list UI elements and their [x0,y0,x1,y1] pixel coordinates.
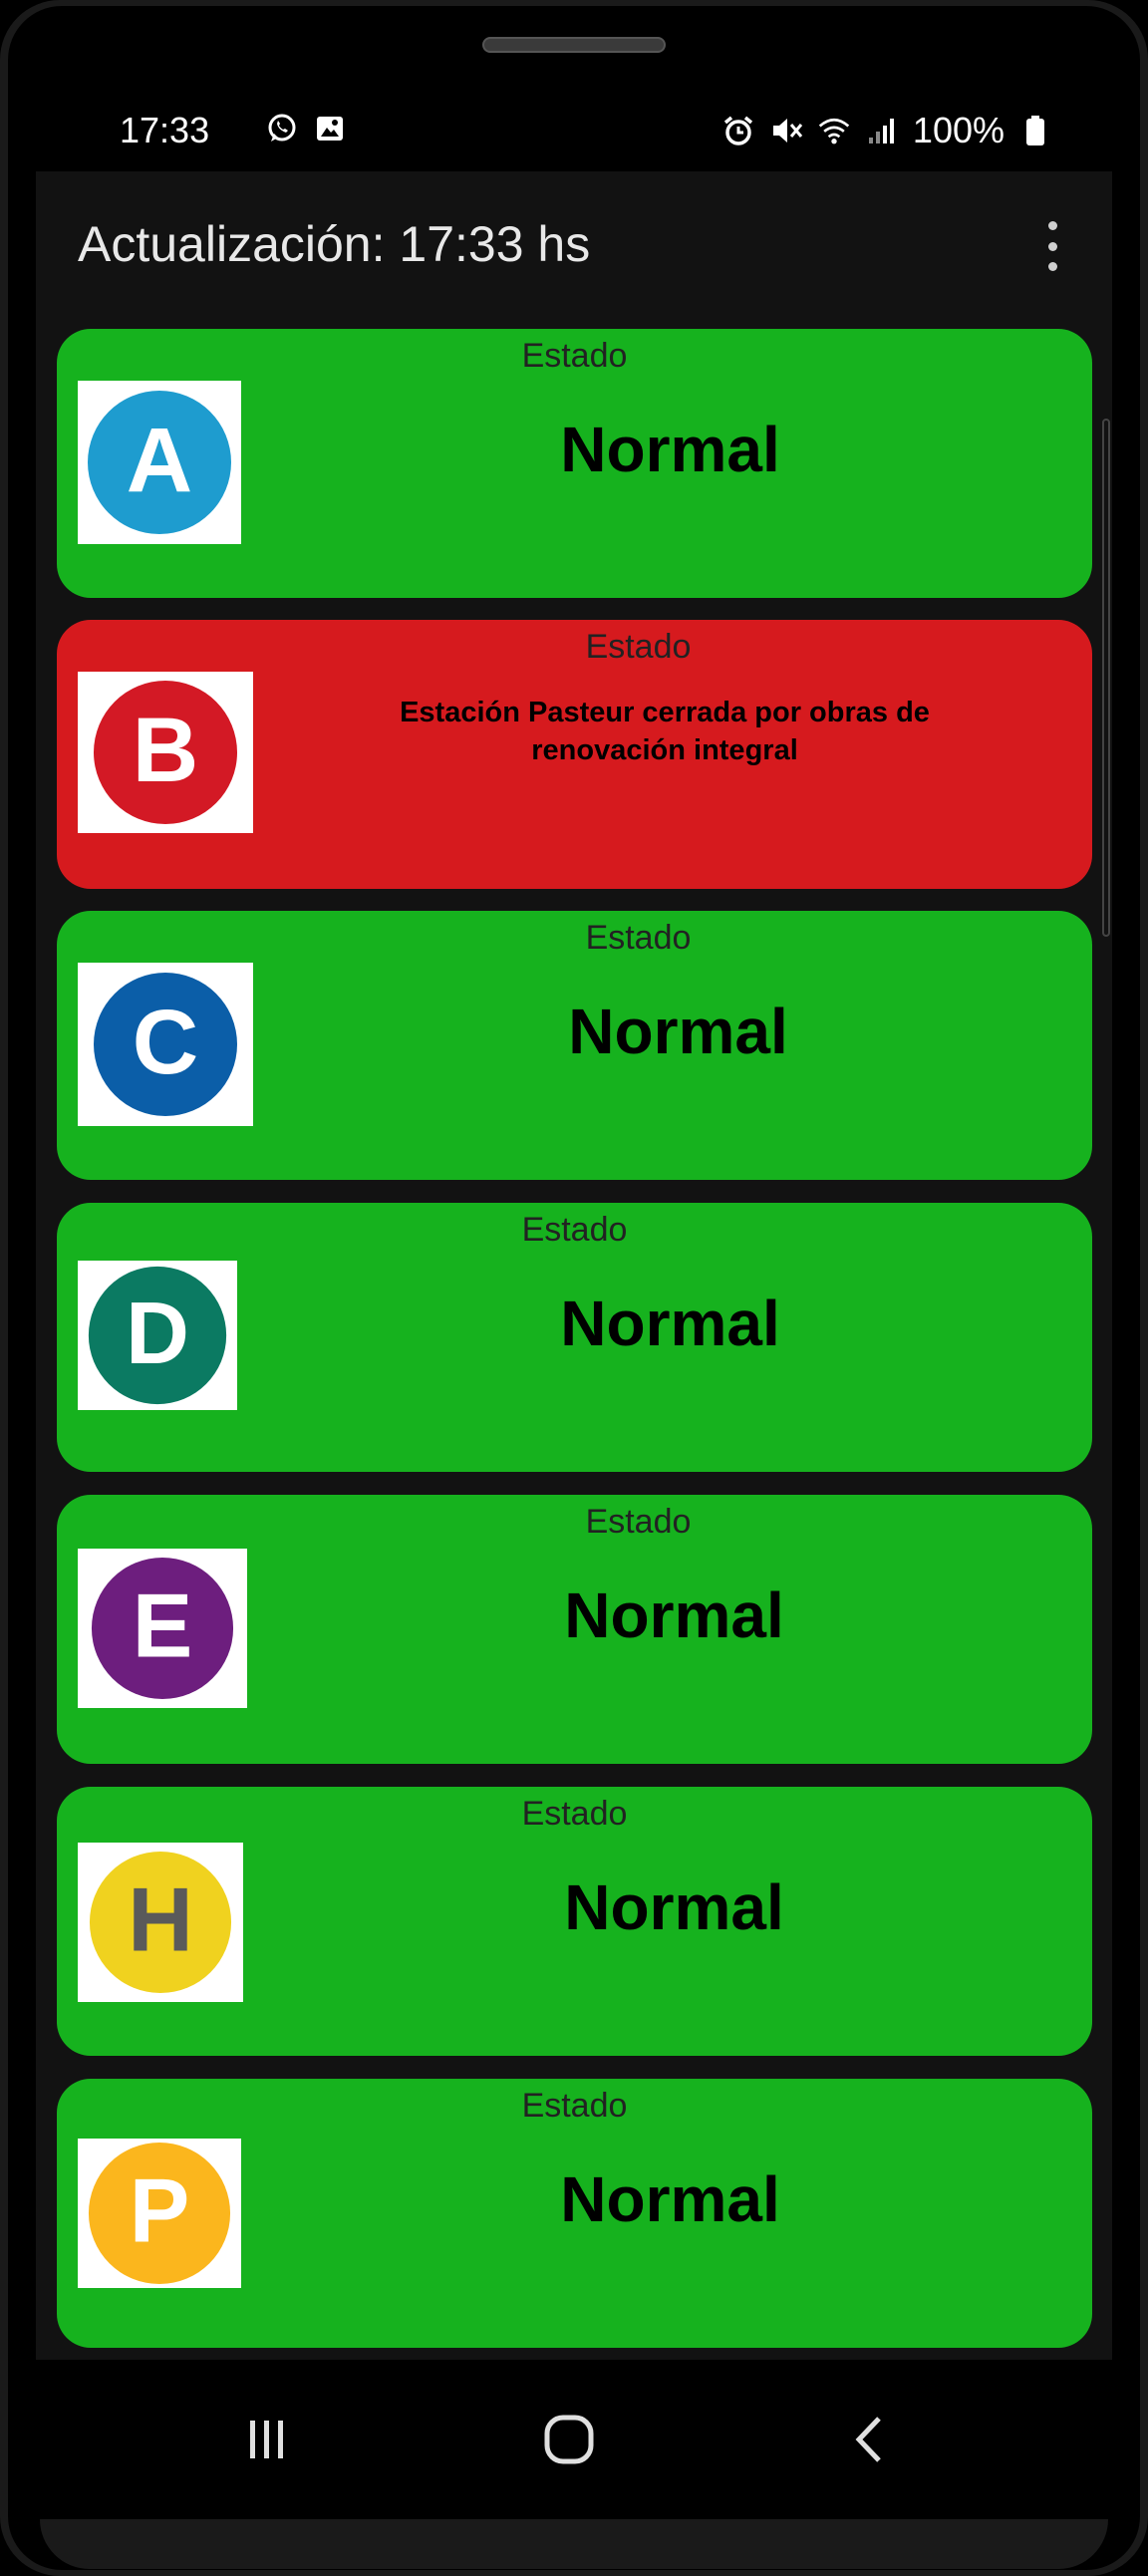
battery-icon [1018,114,1052,147]
status-label: Estado [585,919,692,957]
home-icon[interactable] [524,2400,614,2479]
line-card-e[interactable]: Estado E Normal [57,1495,1092,1764]
recent-apps-icon[interactable] [222,2400,312,2479]
wifi-icon [817,114,851,147]
status-value: Normal [560,2163,780,2235]
status-label: Estado [521,2087,628,2125]
status-value: Normal [564,1871,784,1943]
status-label: Estado [521,337,628,375]
line-card-c[interactable]: Estado C Normal [57,911,1092,1180]
status-right-icons: 100% [721,110,1052,151]
status-left-icons [265,112,347,145]
more-vert-icon[interactable] [1042,221,1062,271]
battery-text: 100% [912,110,1004,150]
line-card-d[interactable]: Estado D Normal [57,1203,1092,1472]
toolbar-title: Actualización: 17:33 hs [78,216,591,272]
svg-text:B: B [133,700,198,801]
earpiece-speaker [482,37,666,53]
status-label: Estado [585,1503,692,1541]
signal-icon [865,114,899,147]
line-card-b[interactable]: Estado B Estación Pasteur cerrada por ob… [57,620,1092,889]
line-card-a[interactable]: Estado A Normal [57,329,1092,598]
image-icon [313,112,347,145]
status-bar: 17:33 100% [36,100,1112,163]
status-alert-message: Estación Pasteur cerrada por obras de re… [400,697,930,766]
toolbar: Actualización: 17:33 hs [36,171,1112,321]
scrollbar[interactable] [1102,419,1110,937]
status-label: Estado [585,628,692,666]
status-value: Normal [568,996,788,1067]
whatsapp-icon [265,112,299,145]
alarm-icon [721,114,755,147]
status-time: 17:33 [120,110,210,150]
line-b-logo-icon: B [78,672,253,833]
app-screen: Actualización: 17:33 hs Estado A Normal … [36,171,1112,2360]
mute-icon [769,114,803,147]
status-value: Normal [560,1288,780,1359]
phone-bottom-bezel [40,2519,1108,2569]
status-label: Estado [521,1795,628,1833]
line-card-h[interactable]: Estado H Normal [57,1787,1092,2056]
back-icon[interactable] [825,2400,915,2479]
navigation-bar [36,2360,1112,2519]
status-value: Normal [560,414,780,485]
line-card-p[interactable]: Estado P Normal [57,2079,1092,2348]
status-label: Estado [521,1211,628,1249]
status-value: Normal [564,1579,784,1651]
